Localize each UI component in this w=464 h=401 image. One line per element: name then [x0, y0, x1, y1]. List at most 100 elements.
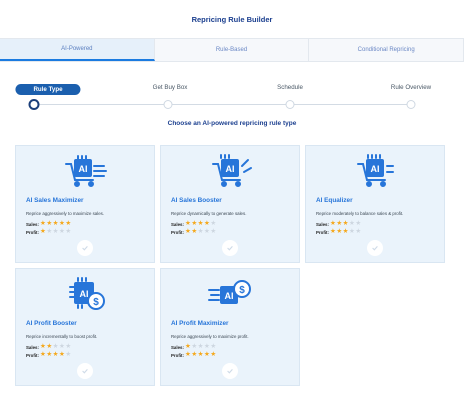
star-filled-icon: ★ [197, 220, 204, 227]
card-ai-sales-maximizer[interactable]: AI AI Sales Maximizer Reprice aggressive… [15, 145, 155, 263]
star-filled-icon: ★ [65, 220, 72, 227]
star-rating: ★ ★ ★ ★ ★ [330, 228, 362, 236]
svg-text:$: $ [239, 285, 245, 296]
step-rule-type[interactable]: Rule Type [15, 84, 81, 95]
step-rule-overview[interactable]: Rule Overview [391, 84, 431, 91]
card-title: AI Sales Booster [171, 197, 222, 204]
step-dot-schedule [285, 100, 295, 109]
profit-label: Profit: [171, 352, 184, 358]
stepper-line [34, 104, 412, 105]
star-empty-icon: ★ [191, 343, 198, 350]
star-empty-icon: ★ [65, 351, 72, 358]
ai-profit-chip-icon: AI $ [205, 277, 255, 311]
star-filled-icon: ★ [185, 351, 191, 358]
star-empty-icon: ★ [197, 228, 204, 235]
star-rating: ★ ★ ★ ★ ★ [185, 351, 217, 359]
profit-rating: Profit: ★ ★ ★ ★ ★ [316, 228, 362, 236]
star-rating: ★ ★ ★ ★ ★ [40, 220, 72, 228]
star-rating: ★ ★ ★ ★ ★ [330, 220, 362, 228]
star-empty-icon: ★ [65, 228, 72, 235]
star-rating: ★ ★ ★ ★ ★ [185, 228, 217, 236]
star-empty-icon: ★ [210, 343, 217, 350]
star-empty-icon: ★ [210, 220, 217, 227]
card-description: Reprice incrementally to boost profit. [26, 334, 98, 339]
star-empty-icon: ★ [355, 228, 362, 235]
check-icon [77, 240, 93, 256]
svg-text:AI: AI [225, 291, 234, 301]
star-filled-icon: ★ [52, 220, 59, 227]
card-description: Reprice moderately to balance sales & pr… [316, 211, 404, 216]
card-ai-equalizer[interactable]: AI AI Equalizer Reprice moderately to ba… [305, 145, 445, 263]
step-dot-rule-overview [406, 100, 416, 109]
card-description: Reprice aggressively to maximize profit. [171, 334, 249, 339]
svg-text:AI: AI [79, 164, 88, 174]
card-title: AI Equalizer [316, 197, 353, 204]
check-icon [222, 240, 238, 256]
card-description: Reprice aggressively to maximize sales. [26, 211, 105, 216]
star-filled-icon: ★ [40, 228, 46, 235]
star-filled-icon: ★ [330, 220, 336, 227]
star-filled-icon: ★ [40, 343, 46, 350]
sales-label: Sales: [26, 344, 39, 350]
card-title: AI Sales Maximizer [26, 197, 84, 204]
star-filled-icon: ★ [197, 351, 204, 358]
profit-rating: Profit: ★ ★ ★ ★ ★ [26, 228, 72, 236]
svg-text:AI: AI [371, 164, 380, 174]
star-empty-icon: ★ [65, 343, 72, 350]
step-schedule[interactable]: Schedule [277, 84, 303, 91]
star-filled-icon: ★ [185, 343, 191, 350]
star-empty-icon: ★ [355, 220, 362, 227]
check-icon [222, 363, 238, 379]
sales-label: Sales: [171, 344, 184, 350]
check-icon [367, 240, 383, 256]
tab-conditional-repricing[interactable]: Conditional Repricing [309, 38, 464, 61]
star-filled-icon: ★ [191, 351, 198, 358]
star-empty-icon: ★ [58, 343, 65, 350]
ai-cart-balance-icon: AI [350, 154, 400, 188]
step-get-buy-box[interactable]: Get Buy Box [153, 84, 188, 91]
sales-rating: Sales: ★ ★ ★ ★ ★ [316, 220, 362, 228]
card-title: AI Profit Maximizer [171, 320, 229, 327]
star-filled-icon: ★ [336, 220, 343, 227]
star-filled-icon: ★ [40, 351, 46, 358]
sales-label: Sales: [316, 221, 329, 227]
card-title: AI Profit Booster [26, 320, 77, 327]
svg-text:$: $ [93, 297, 99, 308]
card-description: Reprice dynamically to generate sales. [171, 211, 247, 216]
wizard-stepper: Rule Type Get Buy Box Schedule Rule Over… [0, 80, 464, 110]
profit-rating: Profit: ★ ★ ★ ★ ★ [171, 228, 217, 236]
card-ai-profit-booster[interactable]: AI $ AI Profit Booster Reprice increment… [15, 268, 155, 386]
sales-rating: Sales: ★ ★ ★ ★ ★ [171, 220, 217, 228]
svg-text:AI: AI [80, 289, 89, 299]
star-filled-icon: ★ [342, 220, 349, 227]
star-empty-icon: ★ [203, 343, 210, 350]
star-empty-icon: ★ [210, 228, 217, 235]
sales-label: Sales: [171, 221, 184, 227]
star-filled-icon: ★ [185, 220, 191, 227]
step-dot-rule-type [28, 99, 40, 110]
card-ai-sales-booster[interactable]: AI AI Sales Booster Reprice dynamically … [160, 145, 300, 263]
step-dot-get-buy-box [163, 100, 173, 109]
sales-rating: Sales: ★ ★ ★ ★ ★ [171, 343, 217, 351]
star-filled-icon: ★ [342, 228, 349, 235]
star-filled-icon: ★ [46, 351, 53, 358]
star-rating: ★ ★ ★ ★ ★ [40, 351, 72, 359]
star-empty-icon: ★ [348, 220, 355, 227]
tab-ai-powered[interactable]: AI-Powered [0, 38, 155, 61]
profit-label: Profit: [316, 229, 329, 235]
star-rating: ★ ★ ★ ★ ★ [185, 220, 217, 228]
star-filled-icon: ★ [203, 220, 210, 227]
star-rating: ★ ★ ★ ★ ★ [185, 343, 217, 351]
profit-label: Profit: [171, 229, 184, 235]
star-filled-icon: ★ [40, 220, 46, 227]
star-empty-icon: ★ [52, 343, 59, 350]
sales-label: Sales: [26, 221, 39, 227]
profit-label: Profit: [26, 352, 39, 358]
svg-text:AI: AI [226, 164, 235, 174]
star-empty-icon: ★ [197, 343, 204, 350]
star-filled-icon: ★ [46, 220, 53, 227]
star-filled-icon: ★ [330, 228, 336, 235]
star-filled-icon: ★ [210, 351, 217, 358]
card-ai-profit-maximizer[interactable]: AI $ AI Profit Maximizer Reprice aggress… [160, 268, 300, 386]
tab-rule-based[interactable]: Rule-Based [154, 38, 310, 61]
